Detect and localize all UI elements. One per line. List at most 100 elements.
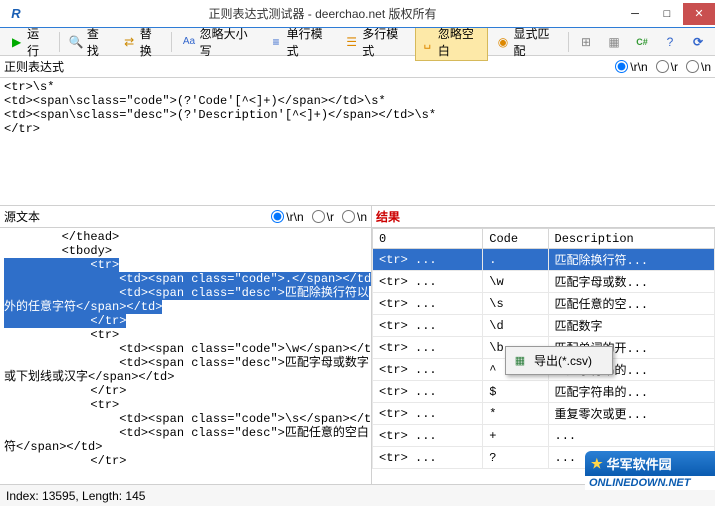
ignore-space-button[interactable]: ␣忽略空白 bbox=[415, 23, 489, 61]
source-content[interactable]: </thead> <tbody> <tr> <td><span class="c… bbox=[0, 228, 371, 484]
tree-view-button[interactable]: ⊞ bbox=[573, 32, 599, 52]
table-cell: + bbox=[483, 425, 548, 447]
toolbar-separator bbox=[171, 32, 172, 52]
radio-rn[interactable]: \r\n bbox=[615, 60, 647, 74]
space-icon: ␣ bbox=[420, 34, 435, 50]
src-radio-n-label: \n bbox=[357, 210, 367, 224]
csharp-button[interactable]: C# bbox=[629, 32, 655, 52]
table-cell: 匹配字符串的... bbox=[548, 381, 714, 403]
table-row[interactable]: <tr> ...*重复零次或更... bbox=[373, 403, 715, 425]
results-title: 结果 bbox=[376, 208, 400, 225]
run-button[interactable]: ▶运行 bbox=[4, 23, 55, 61]
app-icon: R bbox=[6, 4, 26, 24]
csharp-icon: C# bbox=[634, 34, 650, 50]
table-cell: \s bbox=[483, 293, 548, 315]
src-radio-n[interactable]: \n bbox=[342, 210, 367, 224]
table-row[interactable]: <tr> ...+... bbox=[373, 425, 715, 447]
mid-row: 源文本 \r\n \r \n </thead> <tbody> <tr> <td… bbox=[0, 206, 715, 484]
table-row[interactable]: <tr> ...\d匹配数字 bbox=[373, 315, 715, 337]
radio-n-label: \n bbox=[701, 60, 711, 74]
src-radio-rn-label: \r\n bbox=[286, 210, 303, 224]
help-button[interactable]: ? bbox=[657, 32, 683, 52]
find-button[interactable]: 🔍查找 bbox=[64, 23, 115, 61]
col-description[interactable]: Description bbox=[548, 229, 714, 249]
table-cell: 匹配数字 bbox=[548, 315, 714, 337]
toolbar-separator bbox=[568, 32, 569, 52]
refresh-icon: ⟳ bbox=[690, 34, 706, 50]
radio-r[interactable]: \r bbox=[656, 60, 678, 74]
table-cell: <tr> ... bbox=[373, 337, 483, 359]
table-row[interactable]: <tr> ...\s匹配任意的空... bbox=[373, 293, 715, 315]
minimize-button[interactable]: ─ bbox=[619, 3, 651, 25]
export-csv-label: 导出(*.csv) bbox=[534, 352, 592, 369]
table-cell: <tr> ... bbox=[373, 271, 483, 293]
table-cell: 重复零次或更... bbox=[548, 403, 714, 425]
table-cell: <tr> ... bbox=[373, 403, 483, 425]
table-cell: \d bbox=[483, 315, 548, 337]
regex-newline-group: \r\n \r \n bbox=[615, 60, 711, 74]
table-row[interactable]: <tr> ...$匹配字符串的... bbox=[373, 381, 715, 403]
help-icon: ? bbox=[662, 34, 678, 50]
replace-button[interactable]: ⇄替换 bbox=[117, 23, 168, 61]
table-cell: $ bbox=[483, 381, 548, 403]
src-radio-rn-input[interactable] bbox=[271, 210, 284, 223]
radio-rn-label: \r\n bbox=[630, 60, 647, 74]
multi-line-button[interactable]: ☰多行模式 bbox=[339, 23, 413, 61]
ignore-case-button[interactable]: Aa忽略大小写 bbox=[176, 23, 261, 61]
src-radio-n-input[interactable] bbox=[342, 210, 355, 223]
star-icon: ★ bbox=[591, 456, 603, 472]
regex-textarea[interactable] bbox=[0, 78, 715, 205]
case-icon: Aa bbox=[181, 34, 196, 50]
radio-rn-input[interactable] bbox=[615, 60, 628, 73]
table-cell: 匹配字母或数... bbox=[548, 271, 714, 293]
source-header: 源文本 \r\n \r \n bbox=[0, 206, 371, 228]
source-newline-group: \r\n \r \n bbox=[271, 210, 367, 224]
source-panel: 源文本 \r\n \r \n </thead> <tbody> <tr> <td… bbox=[0, 206, 372, 484]
src-radio-r[interactable]: \r bbox=[312, 210, 334, 224]
close-button[interactable]: ✕ bbox=[683, 3, 715, 25]
ignore-case-label: 忽略大小写 bbox=[200, 25, 257, 59]
src-radio-rn[interactable]: \r\n bbox=[271, 210, 303, 224]
replace-label: 替换 bbox=[140, 25, 163, 59]
radio-r-input[interactable] bbox=[656, 60, 669, 73]
source-title: 源文本 bbox=[4, 208, 40, 225]
table-cell: <tr> ... bbox=[373, 293, 483, 315]
col-code[interactable]: Code bbox=[483, 229, 548, 249]
table-cell: <tr> ... bbox=[373, 447, 483, 469]
window-controls: ─ □ ✕ bbox=[619, 3, 715, 25]
regex-input-area bbox=[0, 78, 715, 206]
src-radio-r-input[interactable] bbox=[312, 210, 325, 223]
context-menu: ▦ 导出(*.csv) bbox=[505, 346, 613, 375]
tree-icon: ⊞ bbox=[578, 34, 594, 50]
toolbar: ▶运行 🔍查找 ⇄替换 Aa忽略大小写 ≡单行模式 ☰多行模式 ␣忽略空白 ◉显… bbox=[0, 28, 715, 56]
radio-n-input[interactable] bbox=[686, 60, 699, 73]
search-icon: 🔍 bbox=[69, 34, 84, 50]
status-text: Index: 13595, Length: 145 bbox=[6, 489, 145, 503]
table-cell: ... bbox=[548, 425, 714, 447]
table-cell: <tr> ... bbox=[373, 359, 483, 381]
single-line-button[interactable]: ≡单行模式 bbox=[263, 23, 337, 61]
singleline-icon: ≡ bbox=[268, 34, 283, 50]
col-0[interactable]: 0 bbox=[373, 229, 483, 249]
radio-n[interactable]: \n bbox=[686, 60, 711, 74]
table-cell: ? bbox=[483, 447, 548, 469]
table-row[interactable]: <tr> ...\w匹配字母或数... bbox=[373, 271, 715, 293]
window-title: 正则表达式测试器 - deerchao.net 版权所有 bbox=[26, 5, 619, 22]
export-csv-menuitem[interactable]: ▦ 导出(*.csv) bbox=[508, 349, 610, 372]
titlebar: R 正则表达式测试器 - deerchao.net 版权所有 ─ □ ✕ bbox=[0, 0, 715, 28]
table-row[interactable]: <tr> ....匹配除换行符... bbox=[373, 249, 715, 271]
grid-icon: ▦ bbox=[606, 34, 622, 50]
table-cell: * bbox=[483, 403, 548, 425]
watermark: ★ 华军软件园 ONLINEDOWN.NET bbox=[585, 451, 715, 501]
play-icon: ▶ bbox=[9, 34, 24, 50]
excel-icon: ▦ bbox=[512, 353, 528, 369]
watermark-text2: ONLINEDOWN.NET bbox=[585, 476, 715, 490]
maximize-button[interactable]: □ bbox=[651, 3, 683, 25]
single-line-label: 单行模式 bbox=[287, 25, 332, 59]
table-cell: <tr> ... bbox=[373, 425, 483, 447]
explicit-match-button[interactable]: ◉显式匹配 bbox=[490, 23, 564, 61]
grid-view-button[interactable]: ▦ bbox=[601, 32, 627, 52]
refresh-button[interactable]: ⟳ bbox=[685, 32, 711, 52]
results-panel: 结果 0 Code Description <tr> ....匹配除换行符...… bbox=[372, 206, 715, 484]
find-label: 查找 bbox=[87, 25, 110, 59]
